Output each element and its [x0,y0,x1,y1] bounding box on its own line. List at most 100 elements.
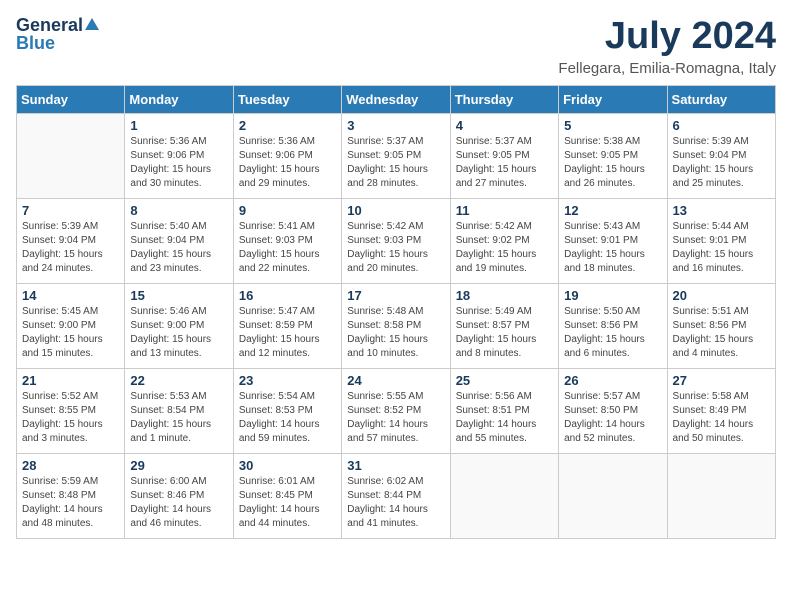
calendar-cell: 22 Sunrise: 5:53 AM Sunset: 8:54 PM Dayli… [125,368,233,453]
day-info: Sunrise: 5:48 AM Sunset: 8:58 PM Dayligh… [347,305,444,361]
day-info: Sunrise: 5:56 AM Sunset: 8:51 PM Dayligh… [456,390,553,446]
week-row-2: 7 Sunrise: 5:39 AM Sunset: 9:04 PM Daylig… [17,198,776,283]
day-info: Sunrise: 5:39 AM Sunset: 9:04 PM Dayligh… [22,220,119,276]
week-row-4: 21 Sunrise: 5:52 AM Sunset: 8:55 PM Dayli… [17,368,776,453]
day-number: 20 [673,288,770,303]
day-info: Sunrise: 5:52 AM Sunset: 8:55 PM Dayligh… [22,390,119,446]
day-number: 5 [564,118,661,133]
day-number: 26 [564,373,661,388]
day-number: 3 [347,118,444,133]
calendar-table: SundayMondayTuesdayWednesdayThursdayFrid… [16,85,776,539]
calendar-cell: 9 Sunrise: 5:41 AM Sunset: 9:03 PM Daylig… [233,198,341,283]
day-number: 30 [239,458,336,473]
day-info: Sunrise: 5:57 AM Sunset: 8:50 PM Dayligh… [564,390,661,446]
weekday-header-friday: Friday [559,85,667,113]
calendar-cell: 24 Sunrise: 5:55 AM Sunset: 8:52 PM Dayli… [342,368,450,453]
calendar-cell: 10 Sunrise: 5:42 AM Sunset: 9:03 PM Dayli… [342,198,450,283]
day-number: 15 [130,288,227,303]
calendar-cell: 17 Sunrise: 5:48 AM Sunset: 8:58 PM Dayli… [342,283,450,368]
day-number: 18 [456,288,553,303]
day-info: Sunrise: 5:47 AM Sunset: 8:59 PM Dayligh… [239,305,336,361]
calendar-cell: 13 Sunrise: 5:44 AM Sunset: 9:01 PM Dayli… [667,198,775,283]
day-number: 23 [239,373,336,388]
day-info: Sunrise: 5:44 AM Sunset: 9:01 PM Dayligh… [673,220,770,276]
logo-blue-text: Blue [16,33,55,53]
day-info: Sunrise: 5:51 AM Sunset: 8:56 PM Dayligh… [673,305,770,361]
day-info: Sunrise: 5:55 AM Sunset: 8:52 PM Dayligh… [347,390,444,446]
day-number: 29 [130,458,227,473]
day-number: 12 [564,203,661,218]
calendar-cell: 1 Sunrise: 5:36 AM Sunset: 9:06 PM Daylig… [125,113,233,198]
calendar-cell: 11 Sunrise: 5:42 AM Sunset: 9:02 PM Dayli… [450,198,558,283]
day-number: 25 [456,373,553,388]
day-number: 28 [22,458,119,473]
day-number: 1 [130,118,227,133]
calendar-cell: 28Sunrise: 5:59 AM Sunset: 8:48 PM Dayli… [17,453,125,538]
day-number: 17 [347,288,444,303]
calendar-cell: 23Sunrise: 5:54 AM Sunset: 8:53 PM Dayli… [233,368,341,453]
calendar-cell [17,113,125,198]
calendar-cell: 27Sunrise: 5:58 AM Sunset: 8:49 PM Dayli… [667,368,775,453]
calendar-cell: 12Sunrise: 5:43 AM Sunset: 9:01 PM Dayli… [559,198,667,283]
day-info: Sunrise: 6:01 AM Sunset: 8:45 PM Dayligh… [239,475,336,531]
day-number: 10 [347,203,444,218]
day-number: 8 [130,203,227,218]
day-number: 6 [673,118,770,133]
day-number: 9 [239,203,336,218]
day-info: Sunrise: 5:50 AM Sunset: 8:56 PM Dayligh… [564,305,661,361]
calendar-cell: 15 Sunrise: 5:46 AM Sunset: 9:00 PM Dayli… [125,283,233,368]
day-info: Sunrise: 5:53 AM Sunset: 8:54 PM Dayligh… [130,390,227,446]
title-block: July 2024 Fellegara, Emilia-Romagna, Ita… [558,16,776,77]
day-number: 16 [239,288,336,303]
logo: General Blue [16,16,99,54]
day-number: 31 [347,458,444,473]
day-info: Sunrise: 5:39 AM Sunset: 9:04 PM Dayligh… [673,135,770,191]
calendar-cell: 20 Sunrise: 5:51 AM Sunset: 8:56 PM Dayli… [667,283,775,368]
calendar-cell [559,453,667,538]
day-number: 11 [456,203,553,218]
weekday-header-thursday: Thursday [450,85,558,113]
calendar-cell: 14Sunrise: 5:45 AM Sunset: 9:00 PM Dayli… [17,283,125,368]
day-number: 2 [239,118,336,133]
day-number: 4 [456,118,553,133]
day-info: Sunrise: 5:38 AM Sunset: 9:05 PM Dayligh… [564,135,661,191]
day-number: 13 [673,203,770,218]
day-info: Sunrise: 5:58 AM Sunset: 8:49 PM Dayligh… [673,390,770,446]
day-number: 24 [347,373,444,388]
week-row-3: 14Sunrise: 5:45 AM Sunset: 9:00 PM Dayli… [17,283,776,368]
day-info: Sunrise: 6:00 AM Sunset: 8:46 PM Dayligh… [130,475,227,531]
weekday-header-wednesday: Wednesday [342,85,450,113]
location-title: Fellegara, Emilia-Romagna, Italy [558,60,776,77]
calendar-cell: 18 Sunrise: 5:49 AM Sunset: 8:57 PM Dayli… [450,283,558,368]
calendar-cell: 3 Sunrise: 5:37 AM Sunset: 9:05 PM Daylig… [342,113,450,198]
week-row-5: 28Sunrise: 5:59 AM Sunset: 8:48 PM Dayli… [17,453,776,538]
calendar-cell: 26 Sunrise: 5:57 AM Sunset: 8:50 PM Dayli… [559,368,667,453]
calendar-cell [450,453,558,538]
day-number: 22 [130,373,227,388]
day-info: Sunrise: 5:37 AM Sunset: 9:05 PM Dayligh… [456,135,553,191]
calendar-cell: 8Sunrise: 5:40 AM Sunset: 9:04 PM Daylig… [125,198,233,283]
weekday-header-saturday: Saturday [667,85,775,113]
day-info: Sunrise: 5:36 AM Sunset: 9:06 PM Dayligh… [130,135,227,191]
day-info: Sunrise: 5:42 AM Sunset: 9:02 PM Dayligh… [456,220,553,276]
day-info: Sunrise: 5:42 AM Sunset: 9:03 PM Dayligh… [347,220,444,276]
day-info: Sunrise: 5:37 AM Sunset: 9:05 PM Dayligh… [347,135,444,191]
day-number: 14 [22,288,119,303]
calendar-cell: 4 Sunrise: 5:37 AM Sunset: 9:05 PM Daylig… [450,113,558,198]
day-number: 7 [22,203,119,218]
calendar-cell: 5 Sunrise: 5:38 AM Sunset: 9:05 PM Daylig… [559,113,667,198]
calendar-cell: 19 Sunrise: 5:50 AM Sunset: 8:56 PM Dayli… [559,283,667,368]
day-info: Sunrise: 5:46 AM Sunset: 9:00 PM Dayligh… [130,305,227,361]
day-number: 21 [22,373,119,388]
day-info: Sunrise: 5:49 AM Sunset: 8:57 PM Dayligh… [456,305,553,361]
day-info: Sunrise: 5:41 AM Sunset: 9:03 PM Dayligh… [239,220,336,276]
week-row-1: 1 Sunrise: 5:36 AM Sunset: 9:06 PM Daylig… [17,113,776,198]
weekday-header-monday: Monday [125,85,233,113]
weekday-header-sunday: Sunday [17,85,125,113]
day-number: 19 [564,288,661,303]
day-info: Sunrise: 6:02 AM Sunset: 8:44 PM Dayligh… [347,475,444,531]
calendar-cell: 31 Sunrise: 6:02 AM Sunset: 8:44 PM Dayli… [342,453,450,538]
page-header: General Blue July 2024 Fellegara, Emilia… [16,16,776,77]
calendar-cell: 30 Sunrise: 6:01 AM Sunset: 8:45 PM Dayli… [233,453,341,538]
calendar-cell: 25 Sunrise: 5:56 AM Sunset: 8:51 PM Dayli… [450,368,558,453]
